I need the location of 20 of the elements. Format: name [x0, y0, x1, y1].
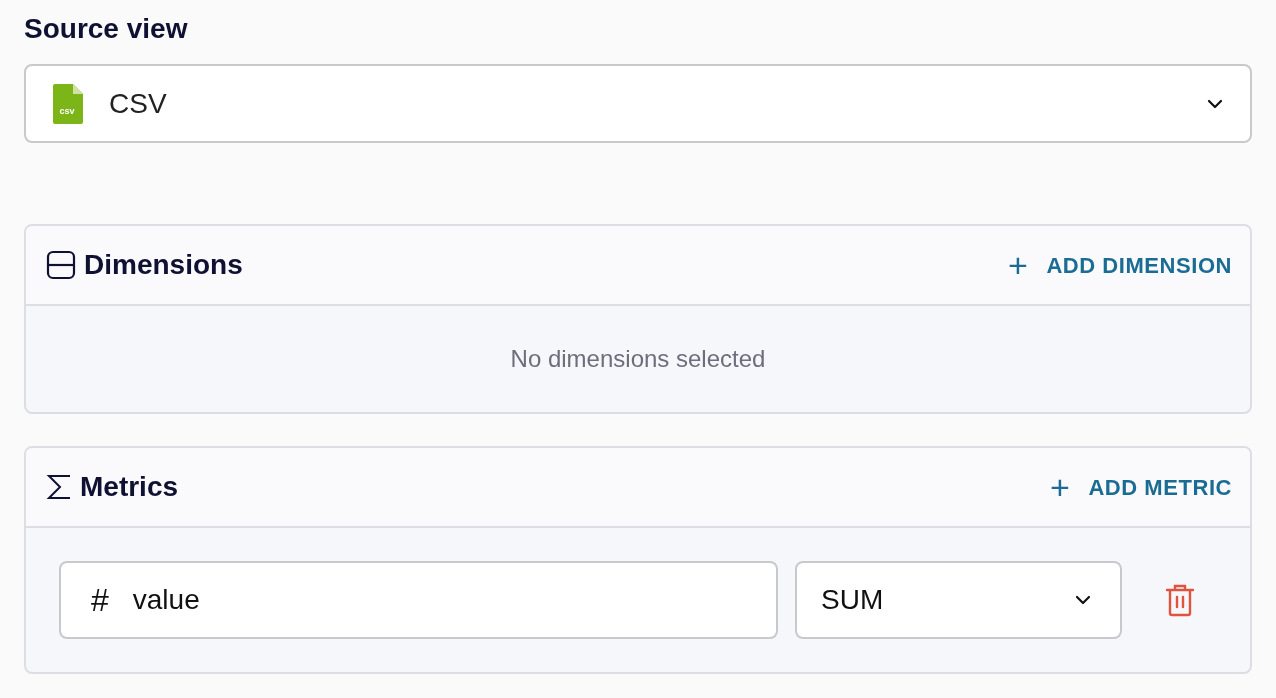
chevron-down-icon [1206, 97, 1224, 110]
chevron-down-icon [1074, 594, 1092, 606]
source-value: CSV [109, 86, 167, 121]
empty-message: No dimensions selected [510, 344, 766, 374]
add-button[interactable]: + ADD DIMENSION [1008, 248, 1232, 282]
hash-icon: # [91, 576, 109, 624]
plus-icon: + [1008, 248, 1029, 282]
trash-icon[interactable] [1164, 582, 1196, 618]
aggregation-select[interactable]: SUM [795, 561, 1122, 639]
section-title: Dimensions [84, 248, 243, 282]
section-title: Metrics [80, 470, 179, 504]
plus-icon: + [1050, 470, 1071, 504]
field-input[interactable]: # value [59, 561, 778, 639]
section-label: Source view [24, 12, 189, 46]
csv-file-icon: csv [53, 83, 83, 124]
add-button[interactable]: + ADD METRIC [1050, 470, 1232, 504]
field-value: value [132, 583, 200, 617]
sigma-icon [46, 473, 72, 501]
split-rectangle-icon [46, 250, 76, 280]
source-select[interactable]: csv CSV [24, 64, 1252, 143]
